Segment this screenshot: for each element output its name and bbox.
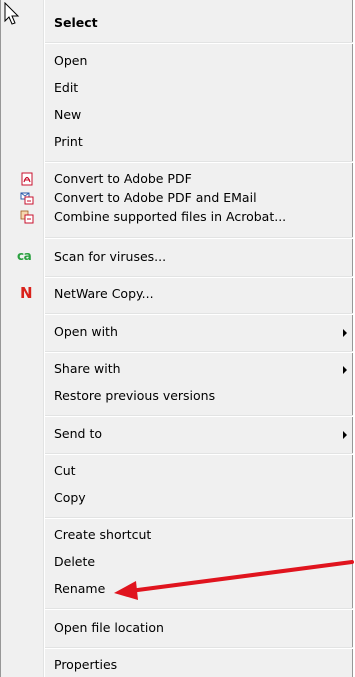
pdf-email-icon bbox=[20, 192, 34, 205]
menu-item-label: Edit bbox=[54, 80, 79, 95]
menu-item-print[interactable]: Print bbox=[1, 131, 353, 153]
menu-item-new[interactable]: New bbox=[1, 104, 353, 126]
menu-item-combine[interactable]: Combine supported files in Acrobat... bbox=[1, 206, 353, 228]
menu-item-cut[interactable]: Cut bbox=[1, 460, 353, 482]
ca-antivirus-icon: ca bbox=[17, 249, 32, 263]
menu-item-copy[interactable]: Copy bbox=[1, 487, 353, 509]
menu-item-label: Delete bbox=[54, 554, 96, 569]
menu-separator bbox=[45, 415, 353, 417]
submenu-arrow-icon bbox=[343, 431, 347, 439]
menu-item-label: Convert to Adobe PDF and EMail bbox=[54, 190, 257, 205]
menu-item-rename[interactable]: Rename bbox=[1, 578, 353, 600]
combine-files-icon bbox=[20, 210, 34, 224]
menu-item-label: NetWare Copy... bbox=[54, 286, 154, 301]
menu-item-label: Scan for viruses... bbox=[54, 249, 167, 264]
menu-item-delete[interactable]: Delete bbox=[1, 551, 353, 573]
menu-item-send-to[interactable]: Send to bbox=[1, 423, 353, 445]
menu-item-label: Copy bbox=[54, 490, 86, 505]
menu-item-scan-viruses[interactable]: ca Scan for viruses... bbox=[1, 246, 353, 268]
menu-item-restore-versions[interactable]: Restore previous versions bbox=[1, 385, 353, 407]
menu-item-open-with[interactable]: Open with bbox=[1, 321, 353, 343]
menu-item-label: Send to bbox=[54, 426, 103, 441]
menu-separator bbox=[45, 517, 353, 519]
menu-item-label: Select bbox=[54, 15, 98, 30]
submenu-arrow-icon bbox=[343, 329, 347, 337]
menu-item-share-with[interactable]: Share with bbox=[1, 358, 353, 380]
menu-item-label: Open bbox=[54, 53, 88, 68]
menu-separator bbox=[45, 351, 353, 353]
menu-separator bbox=[45, 608, 353, 610]
menu-separator bbox=[45, 42, 353, 44]
menu-item-open[interactable]: Open bbox=[1, 50, 353, 72]
menu-item-edit[interactable]: Edit bbox=[1, 77, 353, 99]
context-menu: Select Open Edit New Print Convert to Ad… bbox=[0, 0, 353, 677]
menu-separator bbox=[45, 453, 353, 455]
menu-item-open-file-location[interactable]: Open file location bbox=[1, 617, 353, 639]
menu-item-label: Restore previous versions bbox=[54, 388, 216, 403]
menu-item-properties[interactable]: Properties bbox=[1, 654, 353, 676]
menu-item-label: Cut bbox=[54, 463, 76, 478]
menu-separator bbox=[45, 276, 353, 278]
menu-item-netware-copy[interactable]: N NetWare Copy... bbox=[1, 283, 353, 305]
submenu-arrow-icon bbox=[343, 366, 347, 374]
netware-icon: N bbox=[20, 284, 33, 302]
menu-separator bbox=[45, 161, 353, 163]
menu-separator bbox=[45, 313, 353, 315]
menu-item-label: Convert to Adobe PDF bbox=[54, 171, 192, 186]
menu-item-label: Print bbox=[54, 134, 83, 149]
menu-item-label: Open file location bbox=[54, 620, 164, 635]
pdf-document-icon bbox=[21, 172, 33, 186]
menu-item-label: Open with bbox=[54, 324, 118, 339]
menu-item-select[interactable]: Select bbox=[1, 12, 353, 34]
menu-separator bbox=[45, 647, 353, 649]
menu-item-label: Create shortcut bbox=[54, 527, 152, 542]
menu-separator bbox=[45, 237, 353, 239]
menu-item-label: New bbox=[54, 107, 82, 122]
menu-item-label: Properties bbox=[54, 657, 118, 672]
menu-item-label: Combine supported files in Acrobat... bbox=[54, 209, 287, 224]
menu-item-label: Rename bbox=[54, 581, 106, 596]
menu-item-label: Share with bbox=[54, 361, 121, 376]
menu-item-create-shortcut[interactable]: Create shortcut bbox=[1, 524, 353, 546]
